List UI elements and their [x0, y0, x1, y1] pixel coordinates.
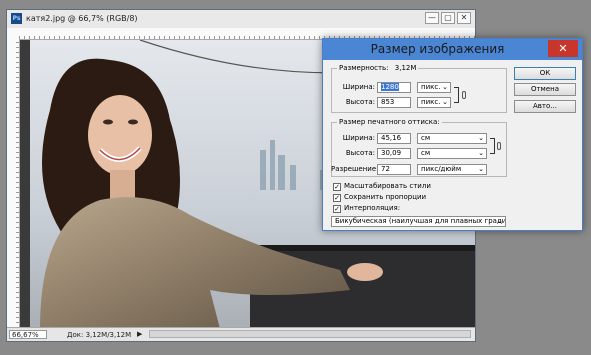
doc-link-bracket	[490, 138, 495, 154]
resample-checkbox[interactable]: ✓ Интерполяция:	[333, 204, 400, 213]
dialog-title: Размер изображения	[370, 42, 505, 56]
auto-button[interactable]: Авто...	[514, 100, 576, 113]
chevron-down-icon: ⌄	[478, 165, 484, 173]
doc-height-unit-select[interactable]: см ⌄	[417, 148, 487, 159]
document-title-bar[interactable]: Ps катя2.jpg @ 66,7% (RGB/8) — ▢ ✕	[7, 10, 475, 29]
pixel-width-input[interactable]: 1280	[377, 82, 411, 93]
status-bar: 66,67% Док: 3,12M/3,12M ▶	[7, 327, 475, 341]
photoshop-icon: Ps	[11, 13, 22, 24]
chevron-down-icon: ⌄	[478, 134, 484, 142]
pixel-height-unit-select[interactable]: пикс. ⌄	[417, 97, 451, 108]
close-document-button[interactable]: ✕	[457, 12, 471, 24]
zoom-field[interactable]: 66,67%	[9, 330, 47, 339]
maximize-button[interactable]: ▢	[441, 12, 455, 24]
chain-link-icon	[497, 142, 501, 150]
dialog-close-button[interactable]: ✕	[548, 40, 578, 57]
doc-width-unit-select[interactable]: см ⌄	[417, 133, 487, 144]
checkmark-icon: ✓	[333, 205, 341, 213]
dialog-title-bar[interactable]: Размер изображения ✕	[323, 39, 582, 60]
chain-link-icon	[462, 91, 466, 99]
pixel-width-label: Ширина:	[342, 83, 375, 91]
status-menu-arrow-icon[interactable]: ▶	[137, 330, 142, 338]
resample-method-select[interactable]: Бикубическая (наилучшая для плавных град…	[331, 216, 506, 227]
minimize-button[interactable]: —	[425, 12, 439, 24]
scale-styles-checkbox[interactable]: ✓ Масштабировать стили	[333, 182, 431, 191]
chevron-down-icon: ⌄	[442, 98, 448, 106]
doc-height-label: Высота:	[345, 149, 375, 157]
document-size-info: Док: 3,12M/3,12M	[67, 331, 132, 339]
resolution-label: Разрешение:	[331, 165, 379, 173]
doc-height-input[interactable]: 30,09	[377, 148, 411, 159]
resolution-input[interactable]: 72	[377, 164, 411, 175]
pixel-height-label: Высота:	[345, 98, 375, 106]
chevron-down-icon: ⌄	[478, 149, 484, 157]
doc-width-label: Ширина:	[342, 134, 375, 142]
doc-width-input[interactable]: 45,16	[377, 133, 411, 144]
pixel-width-unit-select[interactable]: пикс. ⌄	[417, 82, 451, 93]
chevron-down-icon: ⌄	[442, 83, 448, 91]
cancel-button[interactable]: Отмена	[514, 83, 576, 96]
checkmark-icon: ✓	[333, 194, 341, 202]
vertical-ruler[interactable]	[7, 39, 20, 328]
image-size-dialog: Размер изображения ✕ Размерность: 3,12M …	[322, 38, 583, 231]
constrain-proportions-checkbox[interactable]: ✓ Сохранить пропорции	[333, 193, 426, 202]
checkmark-icon: ✓	[333, 183, 341, 191]
horizontal-scrollbar[interactable]	[149, 330, 471, 338]
resolution-unit-select[interactable]: пикс/дюйм ⌄	[417, 164, 487, 175]
pixel-height-input[interactable]: 853	[377, 97, 411, 108]
chevron-down-icon: ⌄	[497, 217, 503, 225]
ok-button[interactable]: ОК	[514, 67, 576, 80]
document-size-label: Размер печатного оттиска:	[337, 118, 442, 126]
document-title: катя2.jpg @ 66,7% (RGB/8)	[26, 14, 138, 23]
pixel-link-bracket	[454, 87, 459, 103]
pixel-dimensions-size: 3,12M	[394, 64, 417, 72]
pixel-dimensions-label: Размерность: 3,12M	[337, 64, 419, 72]
